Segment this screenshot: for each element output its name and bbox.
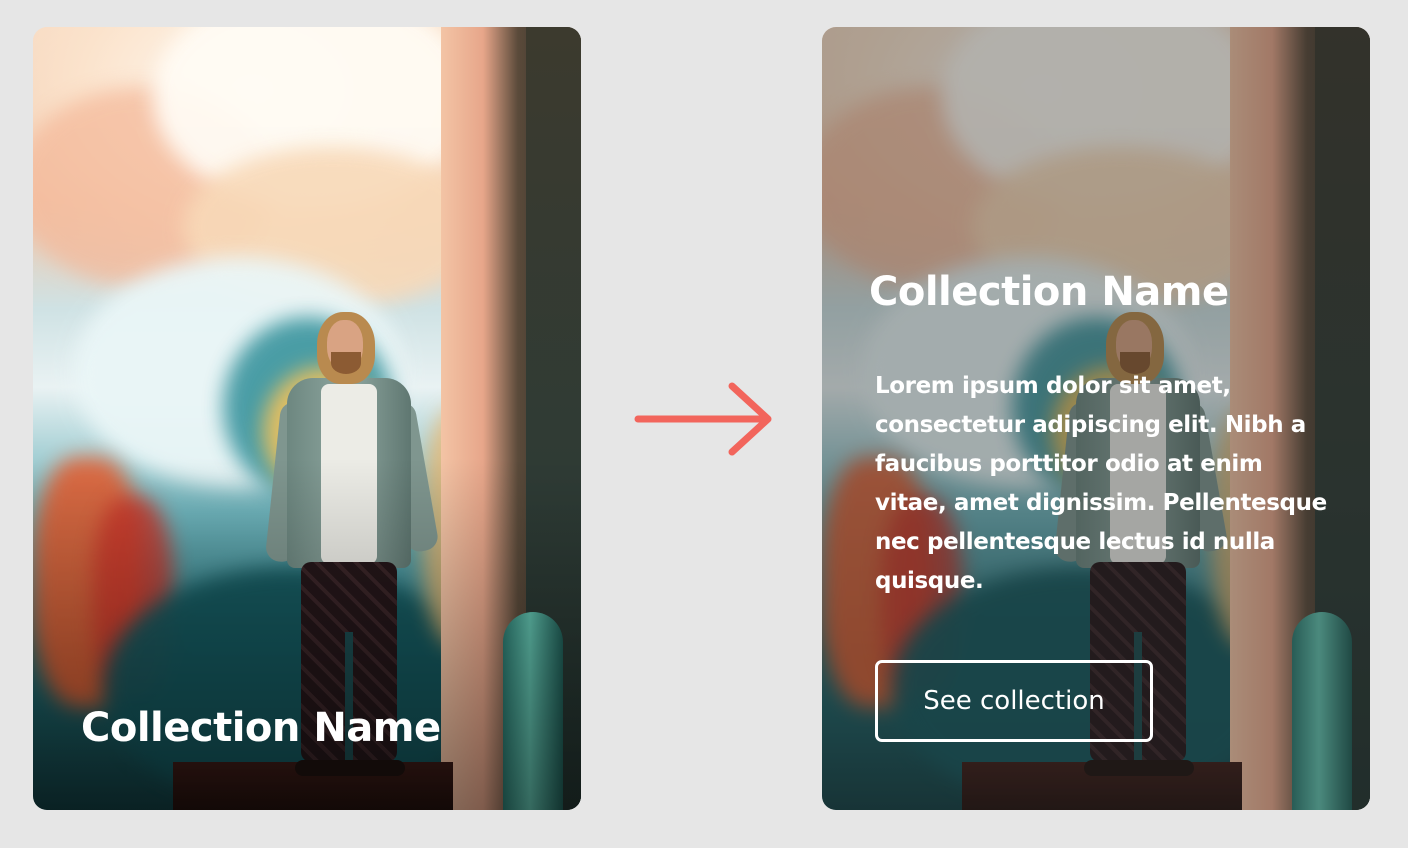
see-collection-button[interactable]: See collection <box>875 660 1153 742</box>
bottom-gradient-overlay <box>33 27 581 810</box>
collection-card-hover[interactable]: Collection Name Lorem ipsum dolor sit am… <box>822 27 1370 810</box>
collection-card-default[interactable]: Collection Name <box>33 27 581 810</box>
collection-title: Collection Name <box>81 705 441 751</box>
collection-description: Lorem ipsum dolor sit amet, consectetur … <box>875 373 1327 594</box>
comparison-stage: Collection Name Collection Name Lorem ip… <box>0 0 1408 848</box>
arrow-right-icon <box>634 382 772 456</box>
collection-title: Collection Name <box>869 269 1229 315</box>
